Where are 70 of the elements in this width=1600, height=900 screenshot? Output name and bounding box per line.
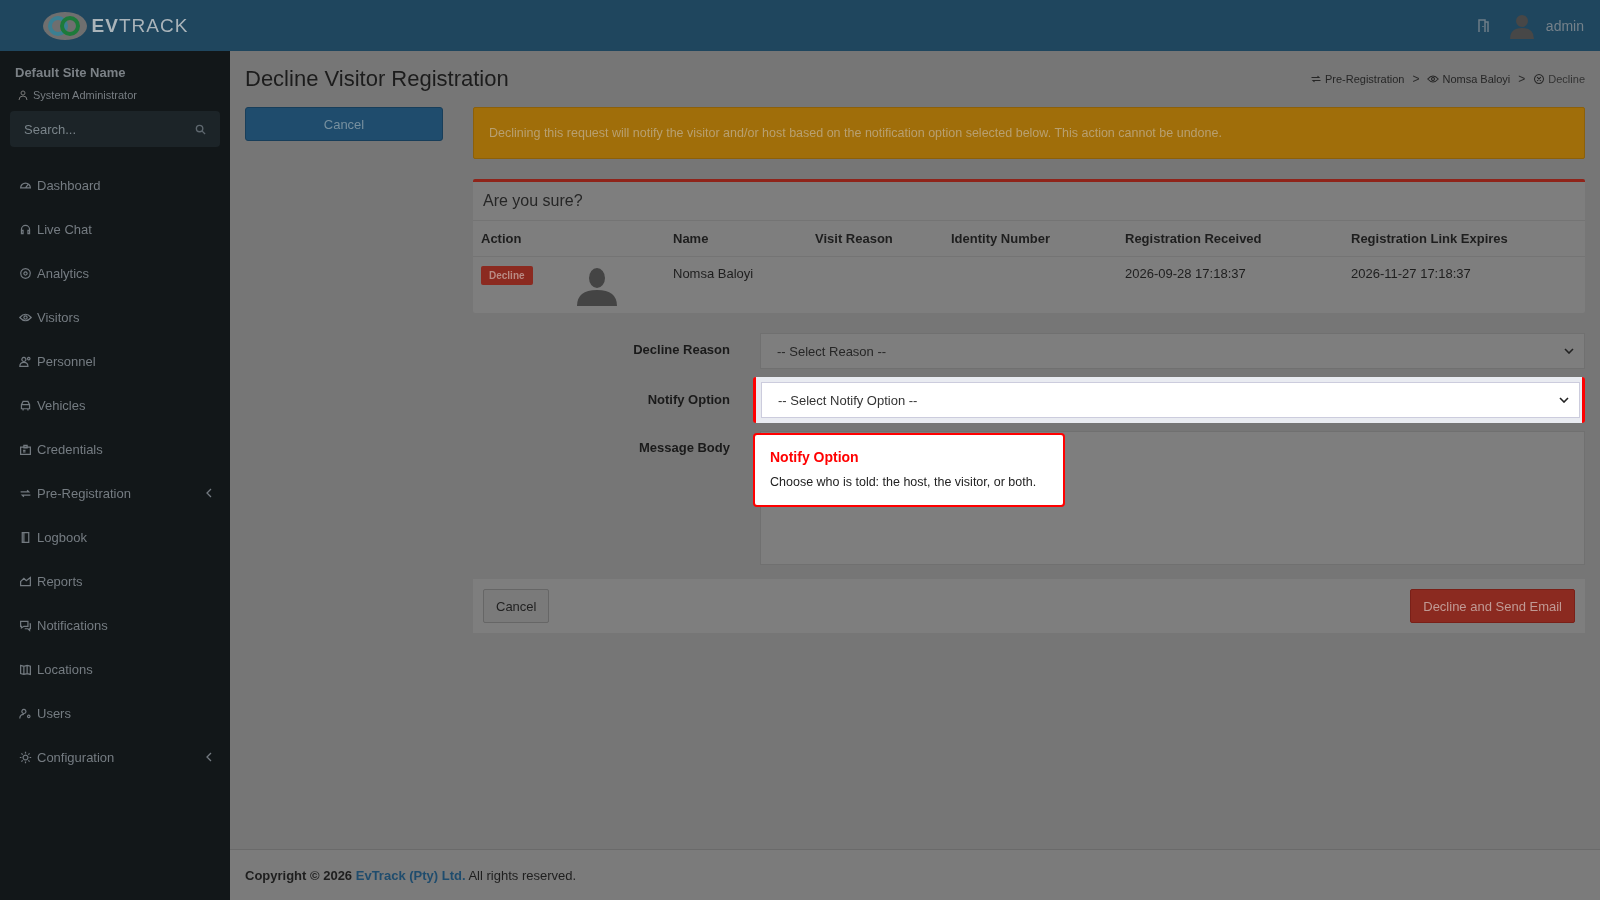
nav-item[interactable]: Notifications — [0, 603, 230, 647]
chart-icon — [19, 574, 32, 588]
field-label: Notify Option — [646, 391, 730, 407]
tooltip-title: Notify Option — [770, 449, 860, 465]
breadcrumb-separator: > — [1518, 72, 1526, 86]
nav-item[interactable]: Logbook — [0, 515, 230, 559]
field-label: Message Body — [637, 439, 730, 455]
chevron-icon — [206, 488, 212, 498]
nav-item[interactable]: Dashboard — [0, 163, 230, 207]
card-title: Are you sure? — [473, 182, 1585, 221]
nav-item[interactable]: Vehicles — [0, 383, 230, 427]
nav-item[interactable]: Visitors — [0, 295, 230, 339]
caret-icon — [1559, 397, 1569, 403]
search-input[interactable]: Search... — [24, 111, 195, 147]
cancel-button[interactable]: Cancel — [245, 107, 443, 141]
target-icon — [19, 266, 32, 280]
nav-item[interactable]: Configuration — [0, 735, 230, 779]
user-icon — [18, 90, 28, 100]
page-title: Decline Visitor Registration — [245, 66, 509, 92]
table-cell: 2026-09-28 17:18:37 — [1117, 256, 1343, 313]
nav-item[interactable]: Live Chat — [0, 207, 230, 251]
breadcrumb-link[interactable]: Decline — [1533, 73, 1585, 85]
search-field[interactable]: Search... — [10, 111, 220, 147]
nav-item[interactable]: Analytics — [0, 251, 230, 295]
person-icon — [19, 354, 32, 368]
select-field[interactable]: -- Select Notify Option -- — [761, 382, 1580, 418]
column-header: Visit Reason — [807, 221, 943, 257]
search-icon[interactable] — [195, 123, 206, 135]
nav-item[interactable]: Users — [0, 691, 230, 735]
field-label: Decline Reason — [632, 341, 730, 357]
table-cell: Nomsa Baloyi — [665, 256, 807, 313]
book-icon — [19, 530, 32, 544]
cancel-button[interactable]: Cancel — [483, 589, 550, 623]
decline-badge[interactable]: Decline — [481, 266, 533, 285]
chevron-icon — [206, 752, 212, 762]
column-header: Registration Received — [1117, 221, 1343, 257]
column-header: Action — [473, 221, 569, 257]
nav-item[interactable]: Pre-Registration — [0, 471, 230, 515]
door-icon[interactable] — [1477, 18, 1490, 33]
logo-text: EVTRACK — [91, 14, 189, 37]
headset-icon — [19, 222, 32, 236]
copyright-text: Copyright © 2026 EvTrack (Pty) Ltd. All rights reserved. — [245, 867, 577, 883]
user-role: System Administrator — [33, 89, 137, 101]
logo-icon — [41, 10, 88, 41]
column-header: Identity Number — [943, 221, 1117, 257]
caret-icon — [1564, 348, 1574, 354]
decline-send-button[interactable]: Decline and Send Email — [1410, 589, 1575, 623]
close-icon — [1533, 73, 1546, 85]
tooltip-text: Choose who is told: the host, the visitor, or both. — [770, 475, 1038, 489]
nav-item[interactable]: Reports — [0, 559, 230, 603]
chat-icon — [19, 618, 32, 632]
breadcrumb-link[interactable]: Pre-Registration — [1309, 73, 1405, 85]
person-silhouette-icon — [577, 266, 617, 306]
nav-item[interactable]: Locations — [0, 647, 230, 691]
site-name: Default Site Name — [14, 65, 127, 80]
column-header: Name — [665, 221, 807, 257]
eye-icon — [1427, 73, 1440, 85]
map-icon — [19, 662, 32, 676]
select-field[interactable]: -- Select Reason -- — [760, 333, 1585, 369]
table-cell: 2026-11-27 17:18:37 — [1343, 256, 1585, 313]
breadcrumb-link[interactable]: Nomsa Baloyi — [1427, 73, 1511, 85]
breadcrumb-separator: > — [1412, 72, 1420, 86]
username[interactable]: admin — [1545, 17, 1584, 34]
car-icon — [19, 398, 32, 412]
nav-item[interactable]: Credentials — [0, 427, 230, 471]
arrows-icon — [1309, 73, 1322, 85]
column-header: Registration Link Expires — [1343, 221, 1585, 257]
warning-alert: Declining this request will notify the visitor and/or host based on the notification option selected below. This action cannot be undone. — [473, 107, 1585, 159]
nav-item[interactable]: Personnel — [0, 339, 230, 383]
id-card-icon — [19, 442, 32, 456]
